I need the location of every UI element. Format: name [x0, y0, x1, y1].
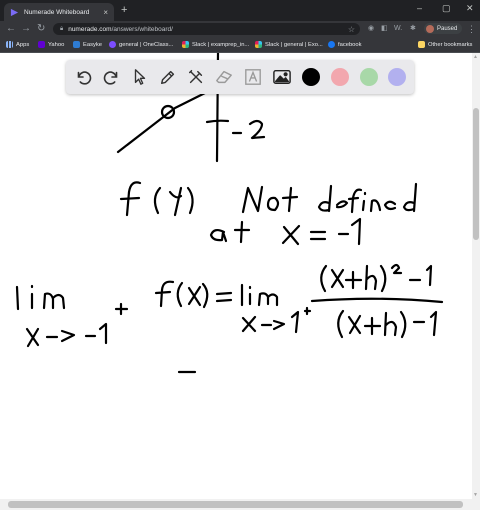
bookmark-label: Easyke — [83, 41, 103, 48]
pen-icon[interactable] — [157, 66, 179, 88]
bookmark-label: Slack | general | Exo... — [265, 41, 323, 48]
vertical-scrollbar[interactable]: ▲ ▼ — [472, 53, 480, 499]
bookmark-label: Yahoo — [48, 41, 65, 48]
color-swatch-purple[interactable] — [388, 68, 406, 86]
profile-button[interactable]: Paused — [424, 23, 462, 34]
reload-icon[interactable]: ↻ — [37, 22, 45, 36]
folder-icon — [418, 41, 425, 48]
bookmark-label: Other bookmarks — [428, 41, 473, 48]
profile-status: Paused — [437, 25, 458, 32]
image-icon[interactable] — [271, 66, 293, 88]
scroll-up-icon[interactable]: ▲ — [473, 54, 478, 60]
close-window-button[interactable]: ✕ — [466, 2, 474, 14]
bookmark-easyke[interactable]: Easyke — [73, 39, 102, 50]
minimize-button[interactable]: – — [417, 2, 422, 14]
tab-close-icon[interactable]: × — [103, 8, 108, 17]
whiteboard-toolbar — [66, 60, 414, 94]
bookmark-apps[interactable]: Apps — [6, 39, 29, 50]
whiteboard-canvas[interactable] — [0, 53, 472, 499]
extensions-puzzle-icon[interactable]: ✱ — [410, 23, 416, 35]
tab-whiteboard[interactable]: Numerade Whiteboard × — [4, 3, 114, 21]
lock-icon: 🔒︎ — [60, 25, 64, 32]
oneclass-icon — [109, 41, 116, 48]
pointer-icon[interactable] — [129, 66, 151, 88]
bookmark-yahoo[interactable]: Yahoo — [38, 39, 64, 50]
menu-dots-icon[interactable]: ⋮ — [467, 23, 476, 35]
tab-strip: Numerade Whiteboard × + – ▢ ✕ — [0, 0, 480, 21]
yahoo-icon — [38, 41, 45, 48]
avatar — [426, 24, 434, 33]
forward-icon[interactable]: → — [21, 22, 31, 36]
address-bar[interactable]: 🔒︎ numerade.com/answers/whiteboard/ ☆ — [53, 23, 360, 35]
url-text: numerade.com/answers/whiteboard/ — [68, 26, 173, 33]
text-icon[interactable] — [242, 66, 264, 88]
url-domain: numerade.com — [68, 25, 112, 33]
browser-toolbar: ← → ↻ 🔒︎ numerade.com/answers/whiteboard… — [0, 21, 480, 37]
color-swatch-black[interactable] — [302, 68, 320, 86]
extension-label[interactable]: W. — [394, 23, 402, 35]
bookmark-slack-examprep[interactable]: Slack | examprep_in... — [182, 39, 249, 50]
bookmark-oneclass[interactable]: general | OneClass... — [109, 39, 173, 50]
scroll-down-icon[interactable]: ▼ — [473, 492, 478, 498]
redo-icon[interactable] — [101, 66, 123, 88]
color-swatch-pink[interactable] — [331, 68, 349, 86]
bookmarks-bar: Apps Yahoo Easyke general | OneClass... … — [0, 37, 480, 53]
extension-icon[interactable]: ◧ — [381, 23, 388, 35]
bookmark-slack-general[interactable]: Slack | general | Exo... — [255, 39, 323, 50]
bookmark-label: general | OneClass... — [119, 41, 174, 48]
facebook-icon — [328, 41, 335, 48]
tab-title: Numerade Whiteboard — [24, 8, 90, 16]
scrollbar-thumb[interactable] — [8, 501, 463, 508]
bookmark-facebook[interactable]: facebook — [328, 39, 362, 50]
other-bookmarks[interactable]: Other bookmarks — [418, 39, 472, 50]
scrollbar-thumb[interactable] — [473, 108, 479, 240]
numerade-logo-icon — [10, 8, 19, 16]
new-tab-button[interactable]: + — [121, 3, 127, 17]
color-swatch-green[interactable] — [360, 68, 378, 86]
horizontal-scrollbar[interactable] — [0, 499, 480, 510]
maximize-button[interactable]: ▢ — [442, 2, 451, 14]
extension-icon[interactable]: ◉ — [368, 23, 374, 35]
slack-icon — [255, 41, 262, 48]
eraser-icon[interactable] — [213, 66, 235, 88]
bookmark-star-icon[interactable]: ☆ — [348, 25, 355, 34]
undo-icon[interactable] — [72, 66, 94, 88]
slack-icon — [182, 41, 189, 48]
url-path: /answers/whiteboard/ — [111, 25, 173, 33]
bookmark-label: Apps — [16, 41, 30, 48]
handwriting-ink — [15, 53, 444, 374]
easyke-icon — [73, 41, 80, 48]
tools-icon[interactable] — [185, 66, 207, 88]
apps-grid-icon — [6, 41, 13, 48]
bookmark-label: Slack | examprep_in... — [192, 41, 250, 48]
bookmark-label: facebook — [338, 41, 362, 48]
back-icon[interactable]: ← — [6, 22, 16, 36]
